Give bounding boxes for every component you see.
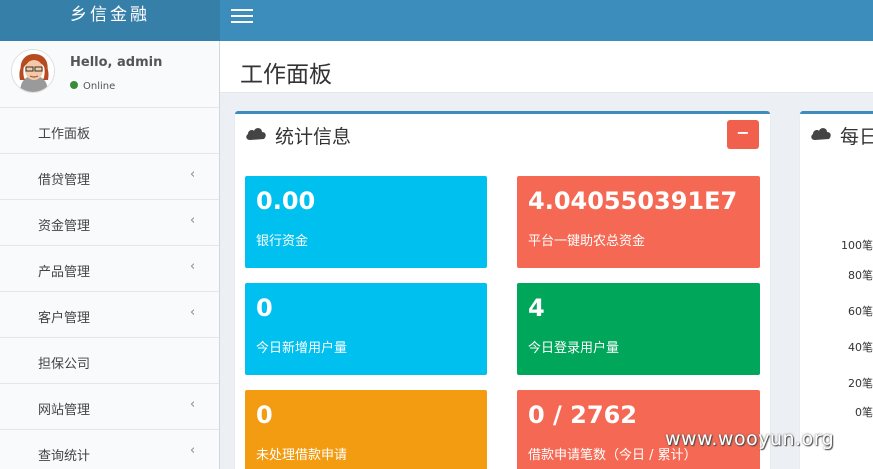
sidebar-item-label: 资金管理 — [38, 219, 91, 234]
sidebar-item-label: 客户管理 — [38, 311, 91, 326]
chart-y-label: 40笔 — [848, 341, 873, 354]
sidebar-item-label: 工作面板 — [38, 127, 91, 142]
stat-value: 4 — [528, 294, 545, 322]
daily-box: 每日 100笔 80笔 60笔 40笔 20笔 0笔 — [800, 111, 873, 469]
stat-card-platform-funds: 4.040550391E7 平台一键助农总资金 — [517, 176, 760, 268]
chevron-left-icon: ‹ — [190, 259, 196, 274]
stat-label: 未处理借款申请 — [256, 448, 348, 463]
stat-value: 0 — [256, 401, 273, 429]
stat-label: 银行资金 — [256, 234, 309, 249]
sidebar-item-label: 借贷管理 — [38, 173, 91, 188]
cloud-icon — [246, 128, 266, 140]
content-header: 工作面板 — [220, 41, 873, 93]
watermark: www.wooyun.org — [665, 428, 835, 450]
user-status-label: Online — [83, 81, 116, 92]
user-greeting: Hello, admin — [70, 55, 163, 70]
sidebar-item-statistics[interactable]: 查询统计 ‹ — [0, 430, 219, 469]
collapse-button[interactable]: − — [727, 120, 759, 149]
stat-card-login-users: 4 今日登录用户量 — [517, 283, 760, 375]
chart-y-label: 0笔 — [855, 406, 873, 419]
sidebar-item-funds[interactable]: 资金管理 ‹ — [0, 200, 219, 246]
online-status-icon — [70, 81, 78, 89]
stat-card-bank-funds: 0.00 银行资金 — [245, 176, 487, 268]
sidebar-item-label: 网站管理 — [38, 403, 91, 418]
stat-label: 平台一键助农总资金 — [528, 234, 646, 249]
sidebar-item-label: 担保公司 — [38, 357, 91, 372]
stat-card-pending-loans: 0 未处理借款申请 — [245, 390, 487, 469]
chevron-left-icon: ‹ — [190, 443, 196, 458]
user-panel: Hello, admin Online — [0, 41, 219, 108]
brand-logo[interactable]: 乡信金融 — [0, 0, 220, 41]
user-status: Online — [70, 81, 115, 92]
sidebar-item-products[interactable]: 产品管理 ‹ — [0, 246, 219, 292]
stat-label: 今日登录用户量 — [528, 341, 620, 356]
stats-box: 统计信息 − 0.00 银行资金 4.040550391E7 平台一键助农总资金… — [235, 111, 770, 469]
chevron-left-icon: ‹ — [190, 397, 196, 412]
chevron-left-icon: ‹ — [190, 213, 196, 228]
sidebar-item-website[interactable]: 网站管理 ‹ — [0, 384, 219, 430]
chart-y-label: 80笔 — [848, 269, 873, 282]
page-title: 工作面板 — [240, 62, 332, 88]
stat-value: 0 — [256, 294, 273, 322]
menu-toggle-icon[interactable] — [231, 9, 253, 25]
stat-value: 0.00 — [256, 187, 316, 215]
cloud-icon — [811, 128, 831, 140]
sidebar-item-loans[interactable]: 借贷管理 ‹ — [0, 154, 219, 200]
stat-value: 4.040550391E7 — [528, 187, 738, 215]
stat-card-new-users: 0 今日新增用户量 — [245, 283, 487, 375]
sidebar: Hello, admin Online 工作面板 借贷管理 ‹ 资金管理 ‹ 产… — [0, 41, 220, 469]
chevron-left-icon: ‹ — [190, 167, 196, 182]
chart-y-label: 20笔 — [848, 377, 873, 390]
sidebar-item-label: 查询统计 — [38, 449, 91, 464]
chart-y-label: 100笔 — [841, 239, 873, 252]
chart-y-label: 60笔 — [848, 305, 873, 318]
chevron-left-icon: ‹ — [190, 305, 196, 320]
sidebar-item-guarantors[interactable]: 担保公司 — [0, 338, 219, 384]
avatar — [11, 49, 55, 93]
sidebar-item-label: 产品管理 — [38, 265, 91, 280]
stats-box-title: 统计信息 — [275, 126, 352, 148]
sidebar-item-customers[interactable]: 客户管理 ‹ — [0, 292, 219, 338]
sidebar-item-dashboard[interactable]: 工作面板 — [0, 108, 219, 154]
stat-value: 0 / 2762 — [528, 401, 637, 429]
top-navbar — [220, 0, 873, 41]
stat-label: 今日新增用户量 — [256, 341, 348, 356]
daily-box-title: 每日 — [840, 126, 873, 148]
